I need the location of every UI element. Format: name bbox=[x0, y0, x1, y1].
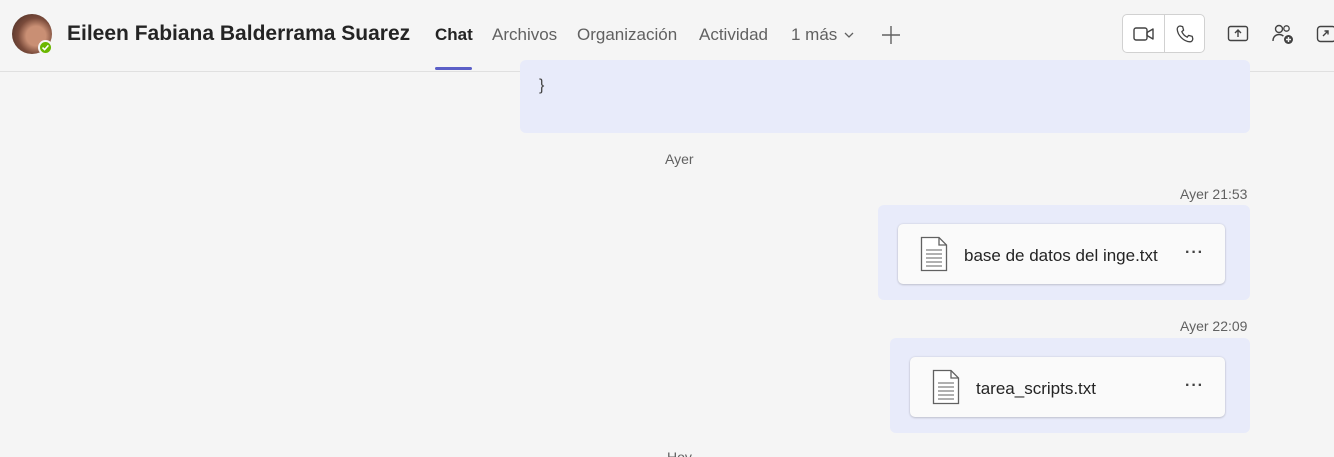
tab-actividad[interactable]: Actividad bbox=[699, 25, 768, 45]
file-name[interactable]: tarea_scripts.txt bbox=[976, 379, 1096, 399]
text-file-icon bbox=[920, 236, 948, 277]
add-people-icon[interactable] bbox=[1271, 22, 1295, 51]
pop-out-icon[interactable] bbox=[1316, 24, 1334, 49]
message-timestamp: Ayer 21:53 bbox=[1180, 186, 1248, 202]
tab-archivos[interactable]: Archivos bbox=[492, 25, 557, 45]
share-screen-icon[interactable] bbox=[1227, 24, 1249, 49]
file-attachment-card[interactable]: base de datos del inge.txt ··· bbox=[898, 224, 1225, 284]
plus-icon[interactable] bbox=[880, 24, 902, 51]
contact-name[interactable]: Eileen Fabiana Balderrama Suarez bbox=[67, 22, 410, 46]
call-button-group bbox=[1122, 14, 1205, 53]
message-timestamp: Ayer 22:09 bbox=[1180, 318, 1248, 334]
day-divider-yesterday: Ayer bbox=[665, 151, 694, 167]
call-divider bbox=[1164, 15, 1165, 52]
presence-available-icon bbox=[38, 40, 53, 55]
chevron-down-icon[interactable] bbox=[843, 28, 855, 46]
tab-chat[interactable]: Chat bbox=[435, 25, 473, 45]
message-text-tail: } bbox=[539, 77, 545, 94]
tab-organizacion[interactable]: Organización bbox=[577, 25, 677, 45]
phone-icon[interactable] bbox=[1175, 24, 1195, 49]
file-name[interactable]: base de datos del inge.txt bbox=[964, 246, 1158, 266]
day-divider-today: Hoy bbox=[667, 449, 692, 457]
text-file-icon bbox=[932, 369, 960, 410]
active-tab-indicator bbox=[435, 67, 472, 70]
message-bubble-previous bbox=[520, 60, 1250, 133]
video-camera-icon[interactable] bbox=[1133, 24, 1155, 49]
tab-more[interactable]: 1 más bbox=[791, 25, 837, 45]
file-attachment-card[interactable]: tarea_scripts.txt ··· bbox=[910, 357, 1225, 417]
more-options-button[interactable]: ··· bbox=[1185, 244, 1204, 262]
more-options-button[interactable]: ··· bbox=[1185, 377, 1204, 395]
